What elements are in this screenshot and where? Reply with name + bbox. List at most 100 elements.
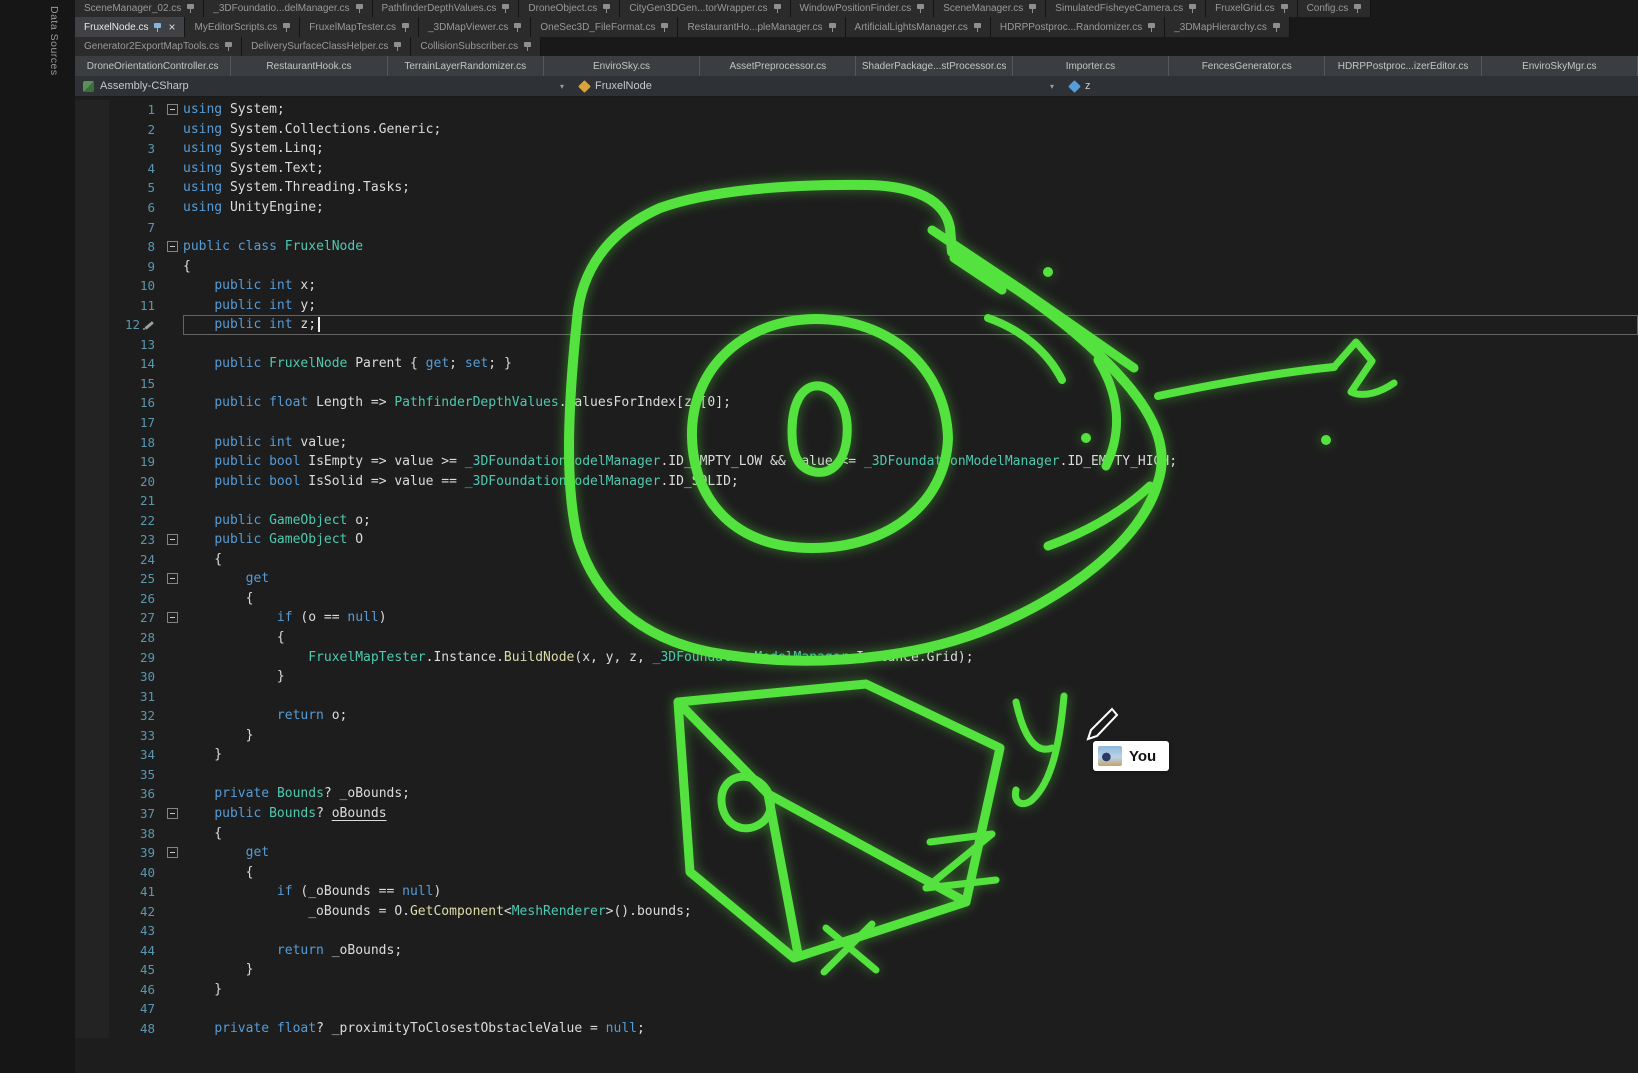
breakpoint-margin[interactable] — [75, 667, 109, 687]
code-text[interactable]: } — [183, 960, 1638, 980]
code-line-15[interactable]: 15 — [75, 374, 1638, 394]
breakpoint-margin[interactable] — [75, 901, 109, 921]
code-line-16[interactable]: 16 public float Length => PathfinderDept… — [75, 393, 1638, 413]
breakpoint-margin[interactable] — [75, 432, 109, 452]
member-dropdown[interactable]: z — [1062, 76, 1099, 96]
tab-deliverysurfaceclasshelper-cs[interactable]: DeliverySurfaceClassHelper.cs — [242, 37, 411, 56]
code-line-28[interactable]: 28 { — [75, 628, 1638, 648]
code-text[interactable]: } — [183, 980, 1638, 1000]
breakpoint-margin[interactable] — [75, 569, 109, 589]
code-text[interactable]: { — [183, 256, 1638, 276]
code-line-27[interactable]: 27 if (o == null) — [75, 608, 1638, 628]
code-text[interactable]: public int x; — [183, 276, 1638, 296]
code-line-37[interactable]: 37 public Bounds? oBounds — [75, 804, 1638, 824]
code-line-19[interactable]: 19 public bool IsEmpty => value >= _3DFo… — [75, 452, 1638, 472]
code-line-26[interactable]: 26 { — [75, 589, 1638, 609]
code-line-41[interactable]: 41 if (_oBounds == null) — [75, 882, 1638, 902]
code-line-11[interactable]: 11 public int y; — [75, 295, 1638, 315]
code-text[interactable]: { — [183, 589, 1638, 609]
breakpoint-margin[interactable] — [75, 608, 109, 628]
code-text[interactable] — [183, 999, 1638, 1019]
breakpoint-margin[interactable] — [75, 295, 109, 315]
code-line-29[interactable]: 29 FruxelMapTester.Instance.BuildNode(x,… — [75, 647, 1638, 667]
tab-windowpositionfinder-cs[interactable]: WindowPositionFinder.cs — [791, 0, 935, 17]
breakpoint-margin[interactable] — [75, 256, 109, 276]
code-line-36[interactable]: 36 private Bounds? _oBounds; — [75, 784, 1638, 804]
tab-hdrppostproc-randomizer-cs[interactable]: HDRPPostproc...Randomizer.cs — [991, 17, 1165, 37]
pin-icon[interactable] — [1281, 3, 1288, 14]
breakpoint-margin[interactable] — [75, 276, 109, 296]
code-text[interactable]: using System.Text; — [183, 159, 1638, 179]
pin-icon[interactable] — [225, 41, 232, 52]
code-text[interactable]: if (_oBounds == null) — [183, 882, 1638, 902]
fold-collapse-icon[interactable] — [167, 104, 178, 115]
code-line-8[interactable]: 8public class FruxelNode — [75, 237, 1638, 257]
fold-collapse-icon[interactable] — [167, 241, 178, 252]
breakpoint-margin[interactable] — [75, 628, 109, 648]
code-line-24[interactable]: 24 { — [75, 550, 1638, 570]
code-line-39[interactable]: 39 get — [75, 843, 1638, 863]
tab-pathfinderdepthvalues-cs[interactable]: PathfinderDepthValues.cs — [373, 0, 520, 17]
code-text[interactable]: public float Length => PathfinderDepthVa… — [183, 393, 1638, 413]
pin-icon[interactable] — [154, 22, 161, 33]
tab-simulatedfisheyecamera-cs[interactable]: SimulatedFisheyeCamera.cs — [1046, 0, 1206, 17]
code-line-44[interactable]: 44 return _oBounds; — [75, 941, 1638, 961]
pin-icon[interactable] — [1354, 3, 1361, 14]
code-text[interactable]: get — [183, 843, 1638, 863]
code-line-35[interactable]: 35 — [75, 765, 1638, 785]
tab-collisionsubscriber-cs[interactable]: CollisionSubscriber.cs — [411, 37, 541, 56]
breakpoint-margin[interactable] — [75, 823, 109, 843]
tab-myeditorscripts-cs[interactable]: MyEditorScripts.cs — [185, 17, 300, 37]
project-dropdown[interactable]: Assembly-CSharp ▾ — [75, 76, 572, 96]
pin-icon[interactable] — [774, 3, 781, 14]
code-text[interactable]: using System.Collections.Generic; — [183, 120, 1638, 140]
tab-config-cs[interactable]: Config.cs — [1298, 0, 1372, 17]
breakpoint-margin[interactable] — [75, 237, 109, 257]
code-line-34[interactable]: 34 } — [75, 745, 1638, 765]
pin-icon[interactable] — [1189, 3, 1196, 14]
code-text[interactable]: public int y; — [183, 295, 1638, 315]
breakpoint-margin[interactable] — [75, 550, 109, 570]
code-line-1[interactable]: 1using System; — [75, 100, 1638, 120]
code-text[interactable]: using System.Linq; — [183, 139, 1638, 159]
breakpoint-margin[interactable] — [75, 159, 109, 179]
code-line-38[interactable]: 38 { — [75, 823, 1638, 843]
breakpoint-margin[interactable] — [75, 393, 109, 413]
code-text[interactable] — [183, 765, 1638, 785]
code-editor[interactable]: 1using System;2using System.Collections.… — [75, 97, 1638, 1073]
breakpoint-margin[interactable] — [75, 706, 109, 726]
breakpoint-margin[interactable] — [75, 354, 109, 374]
code-text[interactable]: private Bounds? _oBounds; — [183, 784, 1638, 804]
code-text[interactable]: { — [183, 550, 1638, 570]
breakpoint-margin[interactable] — [75, 491, 109, 511]
code-text[interactable] — [183, 413, 1638, 433]
breakpoint-margin[interactable] — [75, 413, 109, 433]
tab-terrainlayerrandomizer-cs[interactable]: TerrainLayerRandomizer.cs — [388, 56, 544, 76]
code-line-40[interactable]: 40 { — [75, 862, 1638, 882]
breakpoint-margin[interactable] — [75, 335, 109, 355]
code-text[interactable]: { — [183, 628, 1638, 648]
code-text[interactable] — [183, 686, 1638, 706]
code-text[interactable] — [183, 335, 1638, 355]
tab--3dmaphierarchy-cs[interactable]: _3DMapHierarchy.cs — [1165, 17, 1290, 37]
pin-icon[interactable] — [1148, 22, 1155, 33]
tab--3dfoundatio-delmanager-cs[interactable]: _3DFoundatio...delManager.cs — [204, 0, 372, 17]
pin-icon[interactable] — [356, 3, 363, 14]
code-line-10[interactable]: 10 public int x; — [75, 276, 1638, 296]
code-text[interactable]: get — [183, 569, 1638, 589]
breakpoint-margin[interactable] — [75, 941, 109, 961]
breakpoint-margin[interactable] — [75, 980, 109, 1000]
tab-fruxelnode-cs[interactable]: FruxelNode.cs× — [75, 17, 185, 37]
code-text[interactable]: } — [183, 745, 1638, 765]
code-line-6[interactable]: 6using UnityEngine; — [75, 198, 1638, 218]
breakpoint-margin[interactable] — [75, 510, 109, 530]
code-text[interactable]: using System.Threading.Tasks; — [183, 178, 1638, 198]
pin-icon[interactable] — [187, 3, 194, 14]
code-line-22[interactable]: 22 public GameObject o; — [75, 510, 1638, 530]
code-text[interactable]: return o; — [183, 706, 1638, 726]
breakpoint-margin[interactable] — [75, 178, 109, 198]
pin-icon[interactable] — [974, 22, 981, 33]
code-line-31[interactable]: 31 — [75, 686, 1638, 706]
code-line-13[interactable]: 13 — [75, 335, 1638, 355]
code-text[interactable]: } — [183, 726, 1638, 746]
